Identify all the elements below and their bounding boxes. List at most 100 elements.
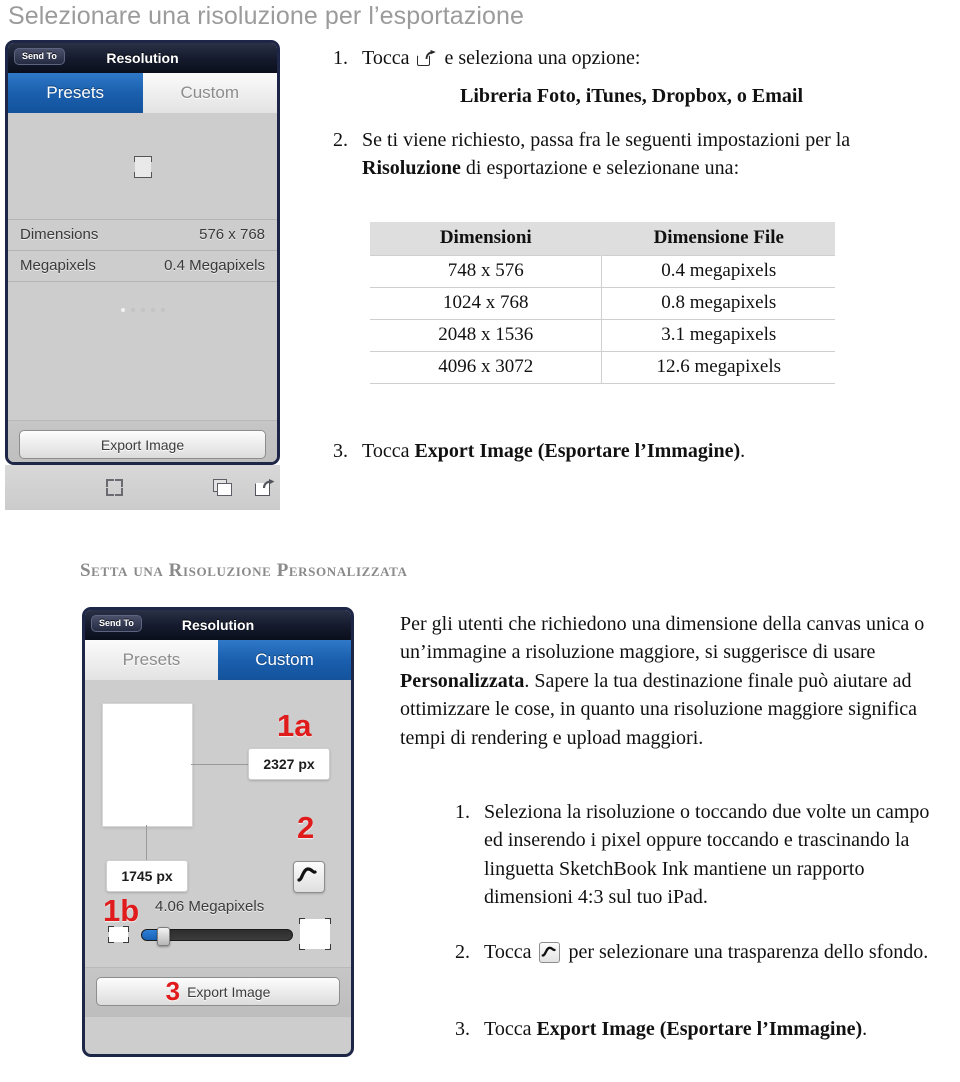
popover-header: Send To Resolution [8, 43, 277, 73]
page-dot-1[interactable] [120, 308, 125, 312]
info-rows: Dimensions 576 x 768 Megapixels 0.4 Mega… [8, 219, 277, 282]
table-row: 1024 x 768 0.8 megapixels [370, 287, 835, 320]
send-to-button-2[interactable]: Send To [91, 615, 142, 632]
canvas-preview-wrap [8, 113, 277, 178]
layers-icon[interactable] [213, 479, 232, 496]
export-image-label-2: Export Image [187, 983, 271, 1000]
step-3-bold: Export Image (Esportare l’Immagine) [414, 440, 741, 462]
cell-filesize: 12.6 megapixels [601, 351, 835, 384]
dimensions-label: Dimensions [20, 226, 99, 243]
step-3-bottom: 3. Tocca Export Image (Esportare l’Immag… [448, 1015, 878, 1043]
tab-custom[interactable]: Custom [142, 73, 277, 113]
custom-resolution-paragraph: Per gli utenti che richiedono una dimens… [400, 610, 948, 752]
step-1-body: Tocca e seleziona una opzione: Libreria … [362, 44, 803, 111]
step-1-text-before: Tocca [362, 47, 410, 69]
step-2-line-2-rest: di esportazione e selezionane una: [465, 157, 740, 180]
resolution-table: Dimensioni Dimensione File 748 x 576 0.4… [370, 222, 835, 384]
callout-3: 3 [165, 976, 181, 1006]
popover-header-2: Send To Resolution [85, 610, 351, 640]
callout-1b: 1b [103, 893, 140, 928]
page-dot-5[interactable] [160, 308, 165, 312]
tab-presets-2[interactable]: Presets [85, 640, 218, 680]
height-leader-line [146, 825, 147, 861]
max-size-marker[interactable] [299, 918, 331, 950]
table-header-dimensioni: Dimensioni [370, 222, 602, 256]
expand-icon[interactable] [106, 479, 123, 496]
row-divider [8, 281, 277, 282]
custom-megapixels-label: 4.06 Megapixels [155, 898, 265, 915]
step-1b-number: 1. [455, 801, 470, 823]
step-2-line-1: Se ti viene richiesto, passa fra le segu… [362, 129, 851, 151]
dimensions-value: 576 x 768 [199, 226, 265, 243]
tab-presets[interactable]: Presets [8, 73, 143, 113]
step-1-top: 1. Tocca e seleziona una opzione: Librer… [326, 44, 936, 111]
step-1-number: 1. [333, 47, 348, 69]
width-input-field[interactable]: 2327 px [248, 748, 330, 780]
segmented-control-2[interactable]: Presets Custom [85, 640, 351, 680]
send-to-button[interactable]: Send To [14, 48, 65, 65]
custom-popover-footer: 3 Export Image [85, 967, 351, 1017]
segmented-control[interactable]: Presets Custom [8, 73, 277, 113]
background-transparency-button[interactable] [293, 861, 325, 893]
section-heading: Setta una Risoluzione Personalizzata [80, 560, 408, 581]
step-3-body: Tocca Export Image (Esportare l’Immagine… [362, 437, 745, 465]
page-dot-3[interactable] [140, 308, 145, 312]
table-row: 748 x 576 0.4 megapixels [370, 255, 835, 288]
canvas-thumbnail-icon [133, 156, 152, 178]
cell-filesize: 0.4 megapixels [601, 255, 835, 288]
paragraph-part-1: Per gli utenti che richiedono una dimens… [400, 613, 925, 664]
cell-filesize: 0.8 megapixels [601, 287, 835, 320]
table-row: 4096 x 3072 12.6 megapixels [370, 351, 835, 384]
step-2b-body: Tocca per selezionare una trasparenza de… [484, 938, 928, 966]
step-2-number: 2. [333, 129, 348, 151]
row-dimensions: Dimensions 576 x 768 [8, 219, 277, 250]
page-dot-4[interactable] [150, 308, 155, 312]
custom-popover: Send To Resolution Presets Custom 2327 p… [82, 607, 354, 1057]
row-megapixels: Megapixels 0.4 Megapixels [8, 250, 277, 281]
custom-popover-body: 2327 px 1745 px 4.06 Megapixels 1a 2 1b [85, 680, 351, 967]
step-2-top: 2. Se ti viene richiesto, passa fra le s… [326, 126, 940, 183]
curve-icon [539, 942, 561, 963]
screenshot-presets-panel: Send To Resolution Presets Custom Dimens… [5, 40, 280, 510]
cell-dimensions: 2048 x 1536 [370, 319, 602, 352]
tab-custom-2[interactable]: Custom [218, 640, 351, 680]
slider-knob[interactable] [157, 927, 170, 946]
export-image-button[interactable]: Export Image [19, 430, 266, 459]
step-2-line-2: Risoluzione di esportazione e selezionan… [362, 154, 850, 182]
popover-title: Resolution [106, 50, 179, 66]
share-icon [417, 50, 437, 66]
megapixels-value: 0.4 Megapixels [164, 257, 265, 274]
table-header-row: Dimensioni Dimensione File [370, 222, 835, 256]
step-3-top: 3. Tocca Export Image (Esportare l’Immag… [326, 437, 926, 465]
step-1b-text: Seleziona la risoluzione o toccando due … [484, 801, 930, 909]
step-3-number: 3. [333, 440, 348, 462]
export-image-button-2[interactable]: 3 Export Image [96, 976, 340, 1006]
step-3b-prefix: Tocca [484, 1018, 532, 1040]
page-dot-2[interactable] [130, 308, 135, 312]
cell-dimensions: 4096 x 3072 [370, 351, 602, 384]
step-2-bottom: 2. Tocca per selezionare una trasparenza… [448, 938, 948, 966]
step-1-bottom: 1. Seleziona la risoluzione o toccando d… [448, 798, 948, 912]
width-leader-line [191, 764, 251, 765]
step-3b-body: Tocca Export Image (Esportare l’Immagine… [484, 1015, 867, 1043]
page-dots-indicator[interactable] [8, 298, 277, 323]
min-size-marker[interactable] [108, 926, 129, 943]
step-3-prefix: Tocca [362, 440, 410, 462]
popover-title-2: Resolution [181, 617, 255, 633]
height-input-field[interactable]: 1745 px [106, 860, 188, 892]
paragraph-bold: Personalizzata [400, 669, 525, 692]
callout-2: 2 [297, 810, 315, 845]
cell-filesize: 3.1 megapixels [601, 319, 835, 352]
screenshot-custom-panel: Send To Resolution Presets Custom 2327 p… [82, 607, 354, 1057]
table-header-dimensione-file: Dimensione File [601, 222, 835, 256]
share-icon[interactable] [255, 479, 275, 496]
step-2b-number: 2. [455, 941, 470, 963]
step-2-body: Se ti viene richiesto, passa fra le segu… [362, 126, 850, 183]
step-3b-bold: Export Image (Esportare l’Immagine) [536, 1018, 863, 1040]
cell-dimensions: 1024 x 768 [370, 287, 602, 320]
popover-body: Dimensions 576 x 768 Megapixels 0.4 Mega… [8, 113, 277, 420]
step-3b-suffix: . [862, 1018, 868, 1040]
step-3b-number: 3. [455, 1018, 470, 1040]
canvas-proxy[interactable] [102, 703, 193, 827]
table-row: 2048 x 1536 3.1 megapixels [370, 319, 835, 352]
